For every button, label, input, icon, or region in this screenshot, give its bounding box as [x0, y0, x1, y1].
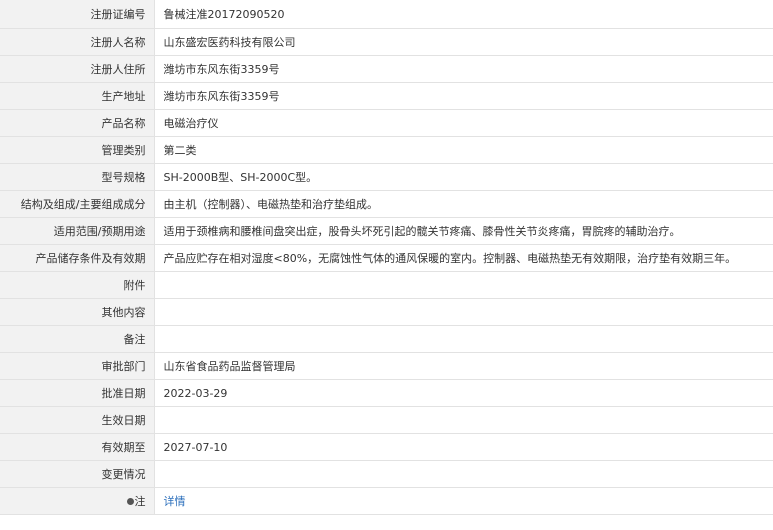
row-value: 电磁治疗仪	[154, 109, 773, 137]
row-label: 注	[0, 487, 155, 515]
row-registrant-address: 注册人住所 潍坊市东风东街3359号	[0, 55, 773, 83]
row-label: 备注	[0, 325, 155, 353]
row-approval-date: 批准日期 2022-03-29	[0, 379, 773, 407]
row-model-spec: 型号规格 SH-2000B型、SH-2000C型。	[0, 163, 773, 191]
row-registrant-name: 注册人名称 山东盛宏医药科技有限公司	[0, 28, 773, 56]
registration-detail-table: 注册证编号 鲁械注准20172090520 注册人名称 山东盛宏医药科技有限公司…	[0, 0, 773, 515]
row-intended-use: 适用范围/预期用途 适用于颈椎病和腰椎间盘突出症，股骨头坏死引起的髋关节疼痛、膝…	[0, 217, 773, 245]
row-product-name: 产品名称 电磁治疗仪	[0, 109, 773, 137]
row-value	[154, 271, 773, 299]
row-label: 结构及组成/主要组成成分	[0, 190, 155, 218]
row-production-address: 生产地址 潍坊市东风东街3359号	[0, 82, 773, 110]
details-link[interactable]: 详情	[164, 495, 186, 508]
row-registration-number: 注册证编号 鲁械注准20172090520	[0, 0, 773, 29]
row-value: 由主机（控制器）、电磁热垫和治疗垫组成。	[154, 190, 773, 218]
row-value: 潍坊市东风东街3359号	[154, 82, 773, 110]
row-change-history: 变更情况	[0, 460, 773, 488]
pin-icon	[126, 497, 134, 505]
row-structure-composition: 结构及组成/主要组成成分 由主机（控制器）、电磁热垫和治疗垫组成。	[0, 190, 773, 218]
row-label: 附件	[0, 271, 155, 299]
row-approval-department: 审批部门 山东省食品药品监督管理局	[0, 352, 773, 380]
row-value: 第二类	[154, 136, 773, 164]
row-label: 生产地址	[0, 82, 155, 110]
row-value: 详情	[154, 487, 773, 515]
row-value	[154, 460, 773, 488]
row-label: 变更情况	[0, 460, 155, 488]
row-label: 产品储存条件及有效期	[0, 244, 155, 272]
row-valid-until: 有效期至 2027-07-10	[0, 433, 773, 461]
row-value: 产品应贮存在相对湿度<80%，无腐蚀性气体的通风保暖的室内。控制器、电磁热垫无有…	[154, 244, 773, 272]
row-value	[154, 325, 773, 353]
note-label: 注	[134, 495, 146, 508]
row-label: 注册人名称	[0, 28, 155, 56]
row-label: 管理类别	[0, 136, 155, 164]
row-note: 注 详情	[0, 487, 773, 515]
row-other-content: 其他内容	[0, 298, 773, 326]
row-value: 适用于颈椎病和腰椎间盘突出症，股骨头坏死引起的髋关节疼痛、膝骨性关节炎疼痛，胃脘…	[154, 217, 773, 245]
row-value: SH-2000B型、SH-2000C型。	[154, 163, 773, 191]
row-value: 鲁械注准20172090520	[154, 0, 773, 29]
row-value: 潍坊市东风东街3359号	[154, 55, 773, 83]
row-label: 型号规格	[0, 163, 155, 191]
row-value: 山东省食品药品监督管理局	[154, 352, 773, 380]
row-label: 有效期至	[0, 433, 155, 461]
row-management-category: 管理类别 第二类	[0, 136, 773, 164]
row-attachments: 附件	[0, 271, 773, 299]
row-label: 生效日期	[0, 406, 155, 434]
row-remarks: 备注	[0, 325, 773, 353]
row-label: 审批部门	[0, 352, 155, 380]
row-effective-date: 生效日期	[0, 406, 773, 434]
row-value	[154, 406, 773, 434]
row-value: 2022-03-29	[154, 379, 773, 407]
row-label: 批准日期	[0, 379, 155, 407]
row-value: 2027-07-10	[154, 433, 773, 461]
row-value: 山东盛宏医药科技有限公司	[154, 28, 773, 56]
row-label: 其他内容	[0, 298, 155, 326]
row-storage-validity: 产品储存条件及有效期 产品应贮存在相对湿度<80%，无腐蚀性气体的通风保暖的室内…	[0, 244, 773, 272]
row-value	[154, 298, 773, 326]
row-label: 适用范围/预期用途	[0, 217, 155, 245]
row-label: 产品名称	[0, 109, 155, 137]
row-label: 注册证编号	[0, 0, 155, 29]
row-label: 注册人住所	[0, 55, 155, 83]
